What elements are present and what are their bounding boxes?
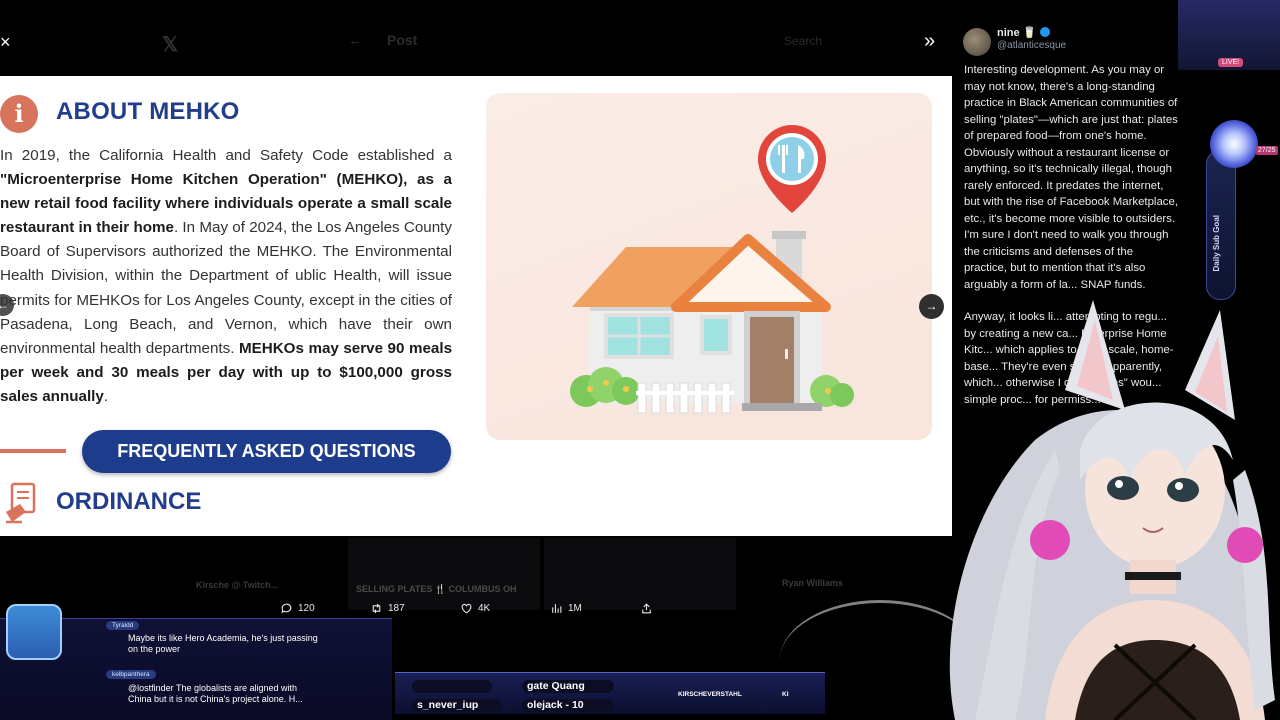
- ticker-pill: s_never_iup: [412, 699, 502, 712]
- sub-goal-count: 27/25: [1256, 146, 1278, 155]
- ticker-pill: olejack - 10: [522, 699, 614, 712]
- verified-badge-icon: [1040, 27, 1051, 37]
- like-button[interactable]: 4K: [460, 600, 490, 616]
- post-header-title: Post: [387, 32, 418, 48]
- goal-orb: [1210, 120, 1258, 168]
- ordinance-heading: ORDINANCE: [56, 488, 202, 515]
- ticker-tag: KIRSCHEVERSTAHL: [678, 691, 742, 698]
- vtuber-avatar: [949, 300, 1275, 720]
- about-heading: ABOUT MEHKO: [56, 98, 240, 125]
- x-logo[interactable]: 𝕏: [162, 32, 178, 57]
- avatar[interactable]: [963, 28, 991, 56]
- tweet-handle[interactable]: @atlanticesque: [997, 40, 1066, 51]
- share-icon: [642, 602, 651, 613]
- search-input[interactable]: Search: [784, 34, 822, 48]
- views-button[interactable]: 1M: [550, 600, 582, 616]
- live-badge: LIVE!: [1218, 58, 1244, 67]
- reply-button[interactable]: 120: [280, 600, 315, 616]
- ghost-card-subtitle: Ryan Williams: [782, 578, 843, 588]
- section-divider: [0, 449, 66, 453]
- expand-sidebar-icon[interactable]: »: [924, 30, 935, 52]
- chat-username: kelbpanthera: [106, 670, 156, 679]
- ghost-author: Kirsche @ Twitch...: [196, 580, 279, 590]
- close-icon[interactable]: ×: [0, 32, 14, 52]
- ticker-pill: gate Quang: [522, 680, 614, 693]
- share-button[interactable]: [640, 600, 653, 616]
- heart-icon: [461, 603, 472, 613]
- repost-count: 187: [388, 602, 405, 614]
- faq-button: FREQUENTLY ASKED QUESTIONS: [82, 430, 451, 473]
- reply-count: 120: [298, 602, 315, 614]
- screen: × 𝕏 ← Post Search » i ABOUT MEHKO In 201…: [0, 0, 1280, 720]
- tweet-paragraph: Interesting development. As you may or m…: [964, 64, 1178, 291]
- media-image: i ABOUT MEHKO In 2019, the California He…: [0, 76, 952, 536]
- tweet-username[interactable]: nine 🥛: [997, 26, 1051, 39]
- reply-icon: [281, 603, 292, 613]
- sub-goal-label: Daily Sub Goal: [1212, 215, 1221, 272]
- view-count: 1M: [568, 602, 582, 614]
- house-illustration: [486, 93, 932, 440]
- chat-message: @lostfinder The globalists are aligned w…: [128, 683, 303, 704]
- chat-message: Maybe its like Hero Academia, he's just …: [128, 633, 318, 654]
- chat-username: Tyraidd: [106, 621, 140, 630]
- back-arrow-icon[interactable]: ←: [348, 32, 362, 48]
- sub-goal-bar: [1206, 150, 1236, 300]
- like-count: 4K: [478, 602, 491, 614]
- ticker-pill: [412, 680, 492, 693]
- location-pin-icon: [758, 125, 826, 213]
- repost-icon: [372, 603, 381, 613]
- views-icon: [552, 603, 562, 613]
- info-icon: i: [0, 95, 38, 133]
- repost-button[interactable]: 187: [370, 600, 405, 616]
- chat-mascot-icon: [6, 604, 62, 660]
- post-action-bar: 120 187 4K 1M: [280, 600, 660, 616]
- ghost-card-title: SELLING PLATES 🍴 COLUMBUS OH: [356, 584, 517, 594]
- about-body-text: In 2019, the California Health and Safet…: [0, 147, 453, 405]
- ordinance-document-icon: [6, 482, 36, 524]
